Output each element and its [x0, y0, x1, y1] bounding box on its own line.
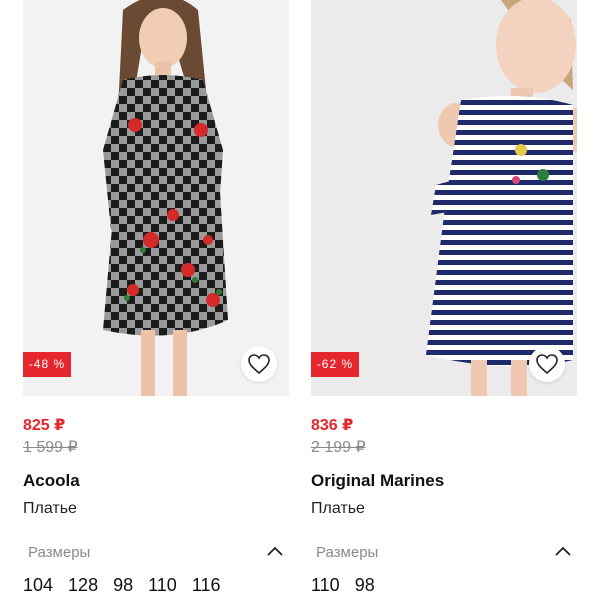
size-option[interactable]: 110 [148, 574, 177, 596]
chevron-up-icon [555, 546, 571, 556]
favorite-button[interactable] [529, 346, 565, 382]
size-option[interactable]: 98 [113, 574, 133, 596]
sizes-label: Размеры [316, 544, 379, 561]
old-price: 1 599 ₽ [23, 439, 78, 456]
product-grid: -48 % 825 ₽ 1 599 ₽ Acoola Платье Размер… [0, 0, 600, 613]
sizes-toggle[interactable]: Размеры [311, 540, 577, 566]
current-price: 836 ₽ [311, 417, 354, 434]
sizes-toggle[interactable]: Размеры [23, 540, 289, 566]
size-option[interactable]: 110 [311, 574, 340, 596]
size-list: 110 98 [311, 574, 390, 596]
product-type: Платье [23, 500, 77, 517]
girl-in-checkered-floral-dress-photo [23, 0, 289, 396]
size-list: 104 128 98 110 116 [23, 574, 236, 596]
product-card[interactable]: -48 % 825 ₽ 1 599 ₽ Acoola Платье Размер… [23, 0, 289, 613]
discount-badge: -62 % [311, 352, 359, 377]
product-photo[interactable]: -62 % [311, 0, 577, 396]
heart-outline-icon [248, 354, 270, 375]
brand-name[interactable]: Acoola [23, 471, 80, 491]
favorite-button[interactable] [241, 346, 277, 382]
chevron-up-icon [267, 546, 283, 556]
size-option[interactable]: 116 [192, 574, 221, 596]
product-card[interactable]: -62 % 836 ₽ 2 199 ₽ Original Marines Пла… [311, 0, 577, 613]
size-option[interactable]: 98 [355, 574, 375, 596]
girl-in-striped-dress-photo [311, 0, 577, 396]
product-photo[interactable]: -48 % [23, 0, 289, 396]
brand-name[interactable]: Original Marines [311, 471, 444, 491]
current-price: 825 ₽ [23, 417, 66, 434]
product-type: Платье [311, 500, 365, 517]
old-price: 2 199 ₽ [311, 439, 366, 456]
discount-badge: -48 % [23, 352, 71, 377]
sizes-label: Размеры [28, 544, 91, 561]
heart-outline-icon [536, 354, 558, 375]
size-option[interactable]: 104 [23, 574, 53, 596]
size-option[interactable]: 128 [68, 574, 98, 596]
